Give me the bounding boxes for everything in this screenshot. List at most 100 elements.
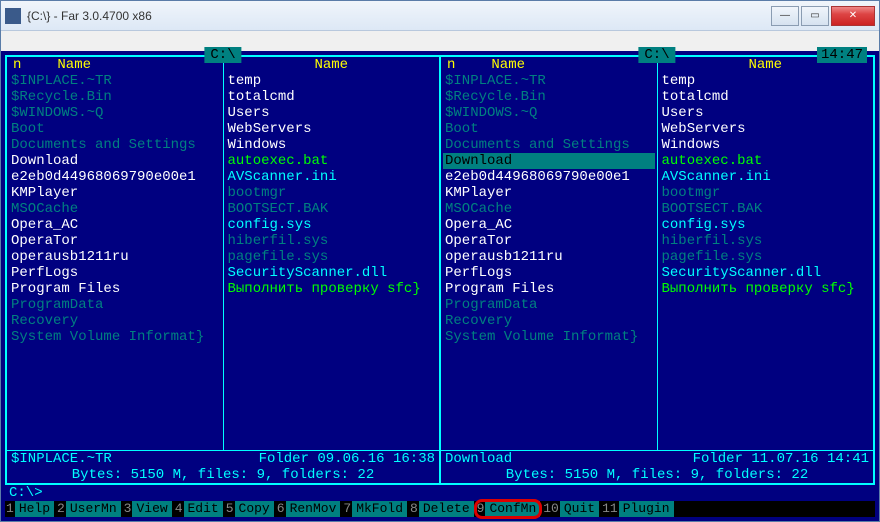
file-row[interactable]: MSOCache — [443, 201, 655, 217]
file-row[interactable]: operausb1211ru — [443, 249, 655, 265]
file-row[interactable]: operausb1211ru — [9, 249, 221, 265]
keybar-item-help[interactable]: 1Help — [5, 501, 54, 517]
left-col1: n Name $INPLACE.~TR$Recycle.Bin$WINDOWS.… — [7, 57, 223, 450]
close-button[interactable]: ✕ — [831, 6, 875, 26]
command-line[interactable]: C:\> — [5, 485, 875, 501]
file-row[interactable]: AVScanner.ini — [660, 169, 872, 185]
file-row[interactable]: pagefile.sys — [660, 249, 872, 265]
keybar-item-mkfold[interactable]: 7MkFold — [342, 501, 407, 517]
left-panel-path[interactable]: C:\ — [204, 47, 241, 63]
right-panel-path[interactable]: C:\ — [638, 47, 675, 63]
file-row[interactable]: $WINDOWS.~Q — [9, 105, 221, 121]
file-row[interactable]: BOOTSECT.BAK — [226, 201, 438, 217]
file-row[interactable]: Documents and Settings — [443, 137, 655, 153]
file-row[interactable]: totalcmd — [226, 89, 438, 105]
file-row[interactable]: pagefile.sys — [226, 249, 438, 265]
file-row[interactable]: e2eb0d44968069790e00e1 — [9, 169, 221, 185]
file-row[interactable]: Windows — [226, 137, 438, 153]
right-panel[interactable]: C:\ 14:47 n Name $INPLACE.~TR$Recycle.Bi… — [441, 55, 875, 485]
file-row[interactable]: WebServers — [226, 121, 438, 137]
prompt: C:\> — [9, 485, 43, 501]
file-row[interactable]: e2eb0d44968069790e00e1 — [443, 169, 655, 185]
file-row[interactable]: WebServers — [660, 121, 872, 137]
file-row[interactable]: Boot — [443, 121, 655, 137]
left-footer: $INPLACE.~TR Folder 09.06.16 16:38 — [7, 450, 439, 467]
left-panel[interactable]: C:\ n Name $INPLACE.~TR$Recycle.Bin$WIND… — [5, 55, 441, 485]
file-row[interactable]: PerfLogs — [443, 265, 655, 281]
file-row[interactable]: $Recycle.Bin — [9, 89, 221, 105]
file-row[interactable]: MSOCache — [9, 201, 221, 217]
file-row[interactable]: Users — [226, 105, 438, 121]
file-row[interactable]: autoexec.bat — [226, 153, 438, 169]
file-row[interactable]: Recovery — [9, 313, 221, 329]
file-row[interactable]: config.sys — [226, 217, 438, 233]
file-row[interactable]: PerfLogs — [9, 265, 221, 281]
keybar-label: Copy — [235, 501, 274, 517]
panels: C:\ n Name $INPLACE.~TR$Recycle.Bin$WIND… — [5, 55, 875, 485]
file-row[interactable]: OperaTor — [9, 233, 221, 249]
left-col2: Name temptotalcmdUsersWebServersWindowsa… — [223, 57, 440, 450]
file-row[interactable]: SecurityScanner.dll — [660, 265, 872, 281]
right-stats: Bytes: 5150 M, files: 9, folders: 22 — [441, 467, 873, 483]
file-row[interactable]: ProgramData — [443, 297, 655, 313]
file-row[interactable]: temp — [226, 73, 438, 89]
file-row[interactable]: bootmgr — [226, 185, 438, 201]
keybar-item-plugin[interactable]: 11Plugin — [601, 501, 673, 517]
file-row[interactable]: KMPlayer — [9, 185, 221, 201]
file-row[interactable]: Download — [9, 153, 221, 169]
keybar-item-quit[interactable]: 10Quit — [542, 501, 599, 517]
file-row[interactable]: autoexec.bat — [660, 153, 872, 169]
file-row[interactable]: Выполнить проверку sfc} — [226, 281, 438, 297]
file-row[interactable]: Download — [443, 153, 655, 169]
file-row[interactable]: BOOTSECT.BAK — [660, 201, 872, 217]
keybar-item-view[interactable]: 3View — [123, 501, 172, 517]
keybar: 1Help2UserMn3View4Edit5Copy6RenMov7MkFol… — [5, 501, 875, 517]
file-row[interactable]: $INPLACE.~TR — [443, 73, 655, 89]
menubar[interactable] — [1, 31, 879, 51]
file-row[interactable]: Program Files — [9, 281, 221, 297]
file-row[interactable]: $WINDOWS.~Q — [443, 105, 655, 121]
file-row[interactable]: bootmgr — [660, 185, 872, 201]
file-row[interactable]: hiberfil.sys — [226, 233, 438, 249]
file-row[interactable]: temp — [660, 73, 872, 89]
file-row[interactable]: config.sys — [660, 217, 872, 233]
file-row[interactable]: $Recycle.Bin — [443, 89, 655, 105]
file-row[interactable]: $INPLACE.~TR — [9, 73, 221, 89]
file-row[interactable]: Documents and Settings — [9, 137, 221, 153]
file-row[interactable]: AVScanner.ini — [226, 169, 438, 185]
right-col1-body: $INPLACE.~TR$Recycle.Bin$WINDOWS.~QBootD… — [443, 73, 655, 345]
file-row[interactable]: KMPlayer — [443, 185, 655, 201]
file-row[interactable]: Opera_AC — [443, 217, 655, 233]
keybar-num: 11 — [601, 501, 619, 517]
keybar-item-edit[interactable]: 4Edit — [174, 501, 223, 517]
right-col1: n Name $INPLACE.~TR$Recycle.Bin$WINDOWS.… — [441, 57, 657, 450]
keybar-num: 2 — [56, 501, 66, 517]
maximize-button[interactable]: ▭ — [801, 6, 829, 26]
titlebar[interactable]: {C:\} - Far 3.0.4700 x86 — ▭ ✕ — [1, 1, 879, 31]
file-row[interactable]: hiberfil.sys — [660, 233, 872, 249]
keybar-label: Help — [15, 501, 54, 517]
file-row[interactable]: SecurityScanner.dll — [226, 265, 438, 281]
file-row[interactable]: OperaTor — [443, 233, 655, 249]
file-row[interactable]: Windows — [660, 137, 872, 153]
file-row[interactable]: totalcmd — [660, 89, 872, 105]
file-row[interactable]: System Volume Informat} — [9, 329, 221, 345]
keybar-item-usermn[interactable]: 2UserMn — [56, 501, 121, 517]
keybar-item-copy[interactable]: 5Copy — [225, 501, 274, 517]
left-col2-header: Name — [226, 57, 438, 73]
file-row[interactable]: ProgramData — [9, 297, 221, 313]
keybar-item-confmn[interactable]: 9ConfMn — [476, 501, 541, 517]
file-row[interactable]: Program Files — [443, 281, 655, 297]
keybar-item-renmov[interactable]: 6RenMov — [276, 501, 341, 517]
minimize-button[interactable]: — — [771, 6, 799, 26]
file-row[interactable]: Выполнить проверку sfc} — [660, 281, 872, 297]
keybar-label: Plugin — [619, 501, 674, 517]
file-row[interactable]: Users — [660, 105, 872, 121]
file-row[interactable]: Recovery — [443, 313, 655, 329]
keybar-item-delete[interactable]: 8Delete — [409, 501, 474, 517]
right-col2-body: temptotalcmdUsersWebServersWindowsautoex… — [660, 73, 872, 297]
file-row[interactable]: Opera_AC — [9, 217, 221, 233]
file-row[interactable]: Boot — [9, 121, 221, 137]
keybar-num: 6 — [276, 501, 286, 517]
file-row[interactable]: System Volume Informat} — [443, 329, 655, 345]
